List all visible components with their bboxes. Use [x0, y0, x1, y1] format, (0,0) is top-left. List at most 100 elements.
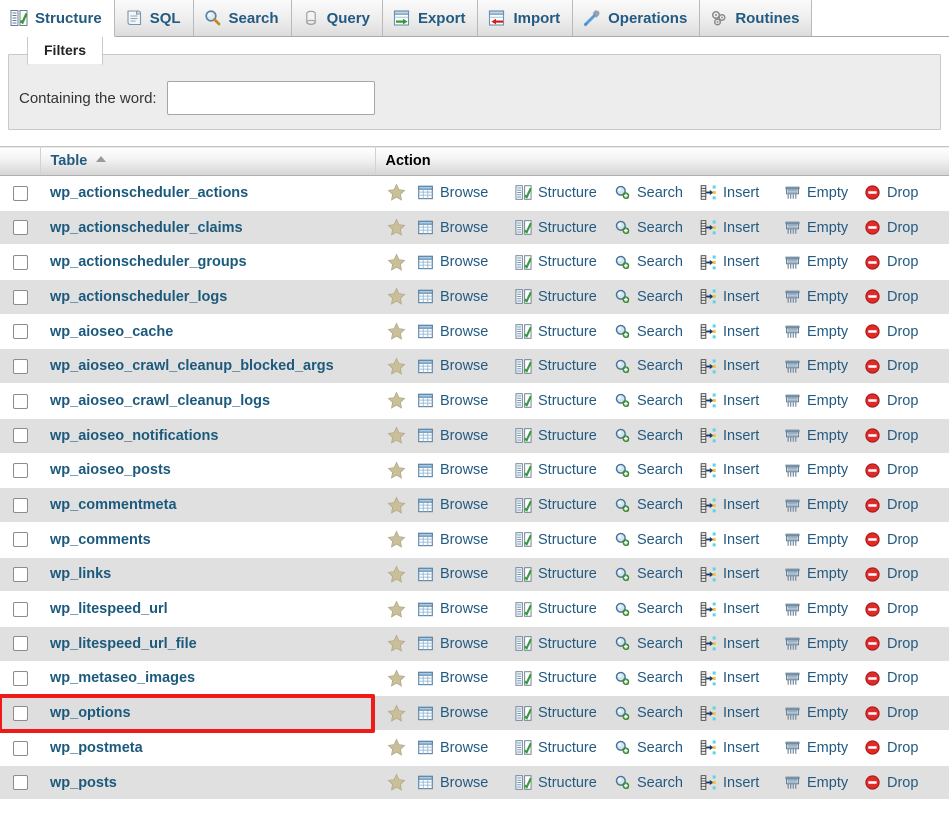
structure-action[interactable]: Structure: [515, 427, 614, 444]
empty-action[interactable]: Empty: [784, 601, 864, 618]
browse-action[interactable]: Browse: [417, 670, 515, 687]
row-checkbox[interactable]: [13, 394, 28, 409]
sort-by-table-link[interactable]: Table: [51, 153, 88, 169]
drop-action[interactable]: Drop: [864, 739, 934, 756]
favorite-toggle[interactable]: [375, 530, 417, 549]
insert-action[interactable]: Insert: [700, 531, 784, 548]
table-name-link[interactable]: wp_commentmeta: [50, 497, 177, 513]
table-name-link[interactable]: wp_litespeed_url_file: [50, 636, 197, 652]
tab-routines[interactable]: Routines: [700, 0, 812, 37]
favorite-toggle[interactable]: [375, 634, 417, 653]
row-checkbox[interactable]: [13, 463, 28, 478]
insert-action[interactable]: Insert: [700, 705, 784, 722]
empty-action[interactable]: Empty: [784, 462, 864, 479]
structure-action[interactable]: Structure: [515, 462, 614, 479]
insert-action[interactable]: Insert: [700, 392, 784, 409]
table-name-link[interactable]: wp_actionscheduler_actions: [50, 185, 248, 201]
browse-action[interactable]: Browse: [417, 462, 515, 479]
row-checkbox[interactable]: [13, 359, 28, 374]
structure-action[interactable]: Structure: [515, 774, 614, 791]
row-checkbox[interactable]: [13, 255, 28, 270]
empty-action[interactable]: Empty: [784, 184, 864, 201]
search-action[interactable]: Search: [614, 670, 700, 687]
row-checkbox[interactable]: [13, 498, 28, 513]
favorite-toggle[interactable]: [375, 496, 417, 515]
insert-action[interactable]: Insert: [700, 497, 784, 514]
favorite-toggle[interactable]: [375, 669, 417, 688]
favorite-toggle[interactable]: [375, 322, 417, 341]
drop-action[interactable]: Drop: [864, 184, 934, 201]
structure-action[interactable]: Structure: [515, 531, 614, 548]
structure-action[interactable]: Structure: [515, 219, 614, 236]
browse-action[interactable]: Browse: [417, 358, 515, 375]
empty-action[interactable]: Empty: [784, 566, 864, 583]
tab-export[interactable]: Export: [383, 0, 479, 37]
table-name-link[interactable]: wp_aioseo_cache: [50, 324, 173, 340]
search-action[interactable]: Search: [614, 427, 700, 444]
row-checkbox[interactable]: [13, 636, 28, 651]
drop-action[interactable]: Drop: [864, 635, 934, 652]
empty-action[interactable]: Empty: [784, 774, 864, 791]
structure-action[interactable]: Structure: [515, 601, 614, 618]
table-name-link[interactable]: wp_aioseo_posts: [50, 462, 171, 478]
table-name-link[interactable]: wp_actionscheduler_logs: [50, 289, 227, 305]
row-checkbox[interactable]: [13, 602, 28, 617]
structure-action[interactable]: Structure: [515, 670, 614, 687]
search-action[interactable]: Search: [614, 254, 700, 271]
structure-action[interactable]: Structure: [515, 497, 614, 514]
search-action[interactable]: Search: [614, 739, 700, 756]
favorite-toggle[interactable]: [375, 287, 417, 306]
search-action[interactable]: Search: [614, 288, 700, 305]
table-name-link[interactable]: wp_metaseo_images: [50, 670, 195, 686]
drop-action[interactable]: Drop: [864, 601, 934, 618]
browse-action[interactable]: Browse: [417, 323, 515, 340]
search-action[interactable]: Search: [614, 774, 700, 791]
search-action[interactable]: Search: [614, 601, 700, 618]
empty-action[interactable]: Empty: [784, 392, 864, 409]
browse-action[interactable]: Browse: [417, 635, 515, 652]
empty-action[interactable]: Empty: [784, 427, 864, 444]
drop-action[interactable]: Drop: [864, 288, 934, 305]
empty-action[interactable]: Empty: [784, 531, 864, 548]
row-checkbox[interactable]: [13, 775, 28, 790]
favorite-toggle[interactable]: [375, 600, 417, 619]
search-action[interactable]: Search: [614, 531, 700, 548]
browse-action[interactable]: Browse: [417, 601, 515, 618]
tab-operations[interactable]: Operations: [573, 0, 700, 37]
row-checkbox[interactable]: [13, 290, 28, 305]
empty-action[interactable]: Empty: [784, 219, 864, 236]
drop-action[interactable]: Drop: [864, 462, 934, 479]
browse-action[interactable]: Browse: [417, 254, 515, 271]
browse-action[interactable]: Browse: [417, 774, 515, 791]
tab-structure[interactable]: Structure: [0, 0, 115, 37]
table-name-link[interactable]: wp_aioseo_crawl_cleanup_logs: [50, 393, 270, 409]
structure-action[interactable]: Structure: [515, 635, 614, 652]
browse-action[interactable]: Browse: [417, 288, 515, 305]
browse-action[interactable]: Browse: [417, 184, 515, 201]
table-name-link[interactable]: wp_links: [50, 566, 111, 582]
structure-action[interactable]: Structure: [515, 739, 614, 756]
drop-action[interactable]: Drop: [864, 705, 934, 722]
empty-action[interactable]: Empty: [784, 323, 864, 340]
search-action[interactable]: Search: [614, 392, 700, 409]
tab-sql[interactable]: SQL: [115, 0, 194, 37]
row-checkbox[interactable]: [13, 324, 28, 339]
favorite-toggle[interactable]: [375, 773, 417, 792]
insert-action[interactable]: Insert: [700, 254, 784, 271]
insert-action[interactable]: Insert: [700, 219, 784, 236]
drop-action[interactable]: Drop: [864, 254, 934, 271]
drop-action[interactable]: Drop: [864, 531, 934, 548]
browse-action[interactable]: Browse: [417, 705, 515, 722]
table-name-link[interactable]: wp_actionscheduler_groups: [50, 254, 247, 270]
insert-action[interactable]: Insert: [700, 635, 784, 652]
structure-action[interactable]: Structure: [515, 705, 614, 722]
favorite-toggle[interactable]: [375, 253, 417, 272]
search-action[interactable]: Search: [614, 462, 700, 479]
browse-action[interactable]: Browse: [417, 392, 515, 409]
containing-word-input[interactable]: [167, 81, 375, 115]
row-checkbox[interactable]: [13, 706, 28, 721]
browse-action[interactable]: Browse: [417, 566, 515, 583]
row-checkbox[interactable]: [13, 567, 28, 582]
favorite-toggle[interactable]: [375, 391, 417, 410]
empty-action[interactable]: Empty: [784, 705, 864, 722]
